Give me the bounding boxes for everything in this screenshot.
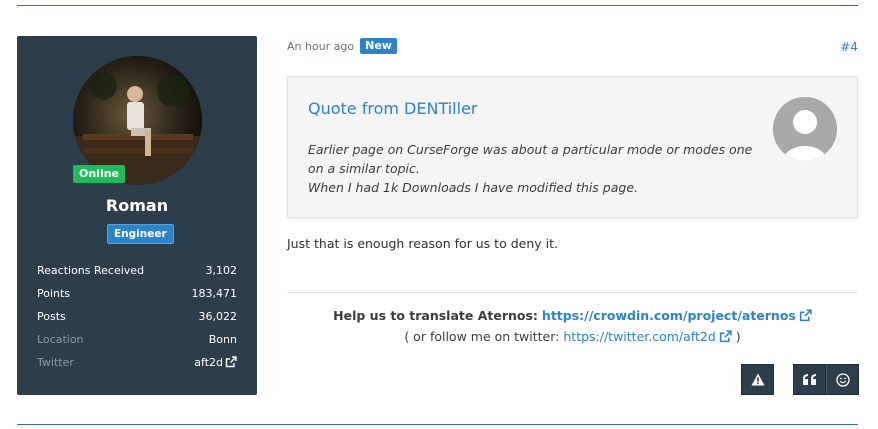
external-link-icon bbox=[719, 330, 732, 343]
follow-close-text: ) bbox=[735, 329, 741, 344]
signature-divider bbox=[287, 292, 858, 293]
user-stats: Reactions Received 3,102 Points 183,471 … bbox=[37, 262, 237, 377]
stat-value: Bonn bbox=[208, 333, 237, 346]
quote-icon bbox=[802, 374, 816, 385]
quote-block: Quote from DENTiller Earlier page on Cur… bbox=[287, 76, 858, 218]
stat-value: 3,102 bbox=[205, 264, 238, 277]
quote-title[interactable]: Quote from DENTiller bbox=[308, 99, 477, 118]
warning-icon bbox=[751, 373, 764, 386]
post-body: Just that is enough reason for us to den… bbox=[287, 236, 558, 251]
new-badge: New bbox=[360, 38, 397, 54]
report-button[interactable] bbox=[741, 364, 774, 395]
username[interactable]: Roman bbox=[17, 196, 257, 215]
stat-value: 183,471 bbox=[191, 287, 238, 300]
signature: Help us to translate Aternos: https://cr… bbox=[287, 305, 858, 347]
signature-prefix: Help us to translate Aternos: bbox=[333, 308, 538, 323]
post-time[interactable]: An hour ago bbox=[287, 40, 354, 53]
signature-line-2: ( or follow me on twitter: https://twitt… bbox=[287, 326, 858, 347]
role-badge: Engineer bbox=[107, 224, 174, 244]
stat-location: Location Bonn bbox=[37, 331, 237, 354]
stat-value: 36,022 bbox=[198, 310, 238, 323]
quote-author-avatar[interactable] bbox=[773, 97, 837, 161]
stat-twitter: Twitter aft2d bbox=[37, 354, 237, 377]
smiley-icon bbox=[835, 372, 850, 387]
stat-label: Posts bbox=[37, 310, 66, 323]
twitter-link-text[interactable]: https://twitter.com/aft2d bbox=[563, 329, 715, 344]
post-actions bbox=[793, 364, 859, 395]
follow-open-text: ( or follow me on twitter: bbox=[404, 329, 560, 344]
crowdin-link-text[interactable]: https://crowdin.com/project/aternos bbox=[542, 308, 796, 323]
twitter-profile-link[interactable]: https://twitter.com/aft2d bbox=[563, 329, 732, 344]
external-link-icon bbox=[799, 309, 812, 322]
external-link-icon bbox=[225, 356, 237, 368]
stat-label: Points bbox=[37, 287, 71, 300]
bottom-divider bbox=[17, 424, 858, 425]
report-actions bbox=[741, 364, 774, 395]
signature-line-1: Help us to translate Aternos: https://cr… bbox=[287, 305, 858, 326]
quote-button[interactable] bbox=[793, 364, 826, 395]
user-card: Online Roman Engineer Reactions Received… bbox=[17, 36, 257, 395]
twitter-handle[interactable]: aft2d bbox=[194, 356, 223, 369]
online-badge: Online bbox=[73, 165, 126, 183]
stat-label: Reactions Received bbox=[37, 264, 145, 277]
quote-line: When I had 1k Downloads I have modified … bbox=[308, 180, 638, 195]
top-divider bbox=[17, 5, 858, 6]
quote-line: Earlier page on CurseForge was about a p… bbox=[308, 142, 753, 176]
stat-label: Location bbox=[37, 333, 84, 346]
quote-body: Earlier page on CurseForge was about a p… bbox=[308, 140, 758, 197]
post-meta: An hour ago New bbox=[287, 38, 397, 54]
stat-label: Twitter bbox=[37, 356, 74, 369]
stat-reactions: Reactions Received 3,102 bbox=[37, 262, 237, 285]
crowdin-link[interactable]: https://crowdin.com/project/aternos bbox=[542, 308, 812, 323]
post-permalink[interactable]: #4 bbox=[840, 40, 858, 54]
react-button[interactable] bbox=[826, 364, 859, 395]
stat-posts: Posts 36,022 bbox=[37, 308, 237, 331]
twitter-link[interactable]: aft2d bbox=[194, 354, 237, 377]
stat-points: Points 183,471 bbox=[37, 285, 237, 308]
